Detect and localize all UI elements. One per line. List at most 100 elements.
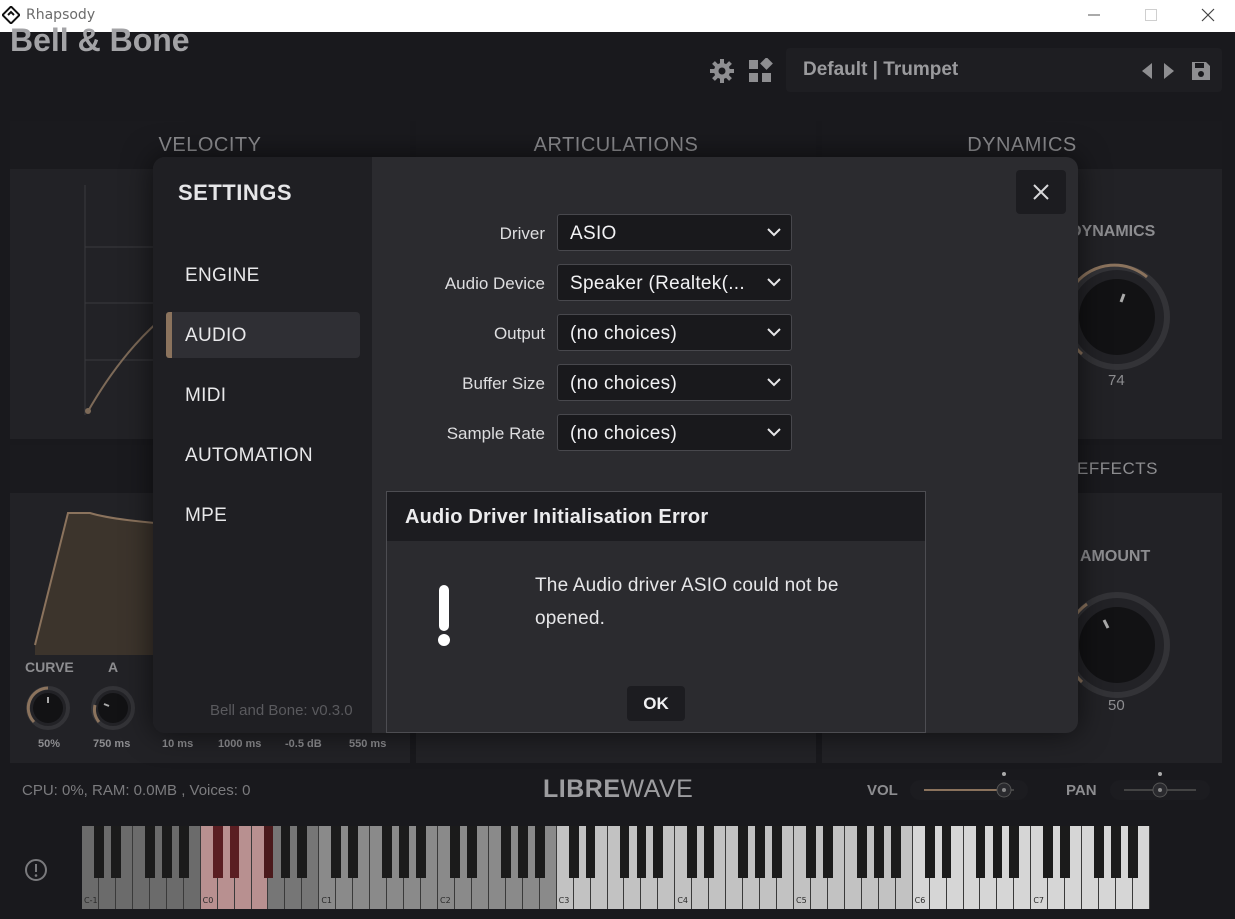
next-preset-icon[interactable]: [1162, 62, 1176, 80]
piano-black-key[interactable]: [738, 826, 749, 878]
piano-black-key[interactable]: [144, 826, 155, 878]
piano-black-key[interactable]: [212, 826, 223, 878]
pan-label: PAN: [1066, 782, 1097, 799]
piano-black-key[interactable]: [585, 826, 596, 878]
chevron-down-icon: [767, 228, 781, 237]
piano-black-key[interactable]: [399, 826, 409, 878]
piano-black-key[interactable]: [772, 826, 782, 878]
envelope-value-decay: 1000 ms: [218, 738, 262, 750]
piano-black-key[interactable]: [466, 826, 477, 878]
layout-grid-icon[interactable]: [747, 58, 773, 84]
velocity-curve-graph[interactable]: [80, 185, 160, 420]
preset-name[interactable]: Default | Trumpet: [803, 59, 958, 81]
save-icon[interactable]: [1191, 61, 1211, 81]
piano-black-key[interactable]: [890, 826, 901, 878]
settings-nav-audio[interactable]: AUDIO: [166, 312, 360, 358]
piano-black-key[interactable]: [297, 826, 308, 878]
buffer-size-select[interactable]: (no choices): [557, 364, 792, 401]
octave-label: C0: [202, 896, 214, 905]
piano-black-key[interactable]: [755, 826, 765, 878]
close-icon: [1033, 184, 1049, 200]
maximize-button[interactable]: [1123, 0, 1181, 32]
piano-black-key[interactable]: [1009, 826, 1020, 878]
curve-knob[interactable]: [25, 685, 71, 731]
piano-black-key[interactable]: [806, 826, 816, 878]
audio-device-select[interactable]: Speaker (Realtek(...: [557, 264, 792, 301]
nav-label: AUTOMATION: [185, 445, 313, 466]
piano-black-key[interactable]: [280, 826, 291, 878]
piano-black-key[interactable]: [1111, 826, 1121, 878]
octave-label: C-1: [84, 896, 98, 905]
piano-black-key[interactable]: [704, 826, 715, 878]
piano-black-key[interactable]: [161, 826, 172, 878]
piano-black-key[interactable]: [1128, 826, 1138, 878]
window-close-button[interactable]: [1180, 0, 1235, 32]
envelope-graph[interactable]: [30, 505, 160, 655]
piano-black-key[interactable]: [94, 826, 104, 878]
attack-knob[interactable]: [90, 685, 136, 731]
piano-black-key[interactable]: [534, 826, 545, 878]
piano-black-key[interactable]: [975, 826, 986, 878]
previous-preset-icon[interactable]: [1140, 62, 1154, 80]
piano-black-key[interactable]: [619, 826, 630, 878]
settings-nav-engine[interactable]: ENGINE: [166, 252, 360, 298]
piano-black-key[interactable]: [500, 826, 511, 878]
octave-label: C7: [1033, 896, 1045, 905]
piano-black-key[interactable]: [822, 826, 833, 878]
dynamics-knob-value: 74: [1108, 372, 1125, 389]
ok-button[interactable]: OK: [627, 686, 685, 721]
audio-device-value: Speaker (Realtek(...: [570, 273, 745, 294]
sample-rate-select[interactable]: (no choices): [557, 414, 792, 451]
settings-nav-midi[interactable]: MIDI: [166, 372, 360, 418]
piano-black-key[interactable]: [348, 826, 359, 878]
piano-black-key[interactable]: [568, 826, 579, 878]
version-label: Bell and Bone: v0.3.0: [210, 702, 353, 719]
envelope-value-curve: 50%: [38, 738, 61, 750]
amount-knob-value: 50: [1108, 697, 1125, 714]
piano-black-key[interactable]: [178, 826, 189, 878]
piano-black-key[interactable]: [263, 826, 274, 878]
piano-black-key[interactable]: [416, 826, 426, 878]
piano-black-key[interactable]: [517, 826, 528, 878]
piano-black-key[interactable]: [1043, 826, 1054, 878]
pan-slider[interactable]: [1108, 770, 1212, 804]
instrument-name: Bell & Bone: [10, 22, 190, 58]
volume-label: VOL: [867, 782, 898, 799]
settings-nav-mpe[interactable]: MPE: [166, 492, 360, 538]
settings-nav-automation[interactable]: AUTOMATION: [166, 432, 360, 478]
piano-black-key[interactable]: [110, 826, 121, 878]
buffer-size-label: Buffer Size: [462, 374, 545, 393]
octave-label: C3: [558, 896, 570, 905]
amount-knob[interactable]: [1062, 590, 1172, 700]
piano-black-key[interactable]: [1060, 826, 1071, 878]
gear-icon[interactable]: [709, 58, 735, 84]
driver-select[interactable]: ASIO: [557, 214, 792, 251]
chevron-down-icon: [767, 378, 781, 387]
volume-slider[interactable]: [908, 770, 1030, 804]
piano-black-key[interactable]: [1094, 826, 1105, 878]
piano-black-key[interactable]: [636, 826, 647, 878]
piano-keyboard[interactable]: C-1 C0 C1 C2 C3 C4 C5 C6 C7: [82, 826, 1150, 909]
sample-rate-value: (no choices): [570, 423, 678, 444]
piano-black-key[interactable]: [856, 826, 867, 878]
piano-black-key[interactable]: [450, 826, 460, 878]
settings-close-button[interactable]: [1016, 170, 1066, 214]
piano-black-key[interactable]: [653, 826, 664, 878]
piano-black-key[interactable]: [229, 826, 240, 878]
piano-black-key[interactable]: [873, 826, 884, 878]
minimize-button[interactable]: [1066, 0, 1124, 32]
performance-status: CPU: 0%, RAM: 0.0MB , Voices: 0: [22, 782, 251, 799]
exclamation-icon: [438, 585, 450, 646]
output-select[interactable]: (no choices): [557, 314, 792, 351]
alert-icon[interactable]: [24, 858, 48, 882]
output-value: (no choices): [570, 323, 678, 344]
driver-value: ASIO: [570, 223, 617, 244]
piano-black-key[interactable]: [992, 826, 1003, 878]
piano-black-key[interactable]: [687, 826, 698, 878]
piano-black-key[interactable]: [331, 826, 342, 878]
piano-black-key[interactable]: [941, 826, 952, 878]
piano-black-key[interactable]: [924, 826, 935, 878]
logo-bold: LIBRE: [543, 775, 621, 803]
dynamics-knob[interactable]: [1062, 262, 1172, 372]
piano-black-key[interactable]: [382, 826, 393, 878]
